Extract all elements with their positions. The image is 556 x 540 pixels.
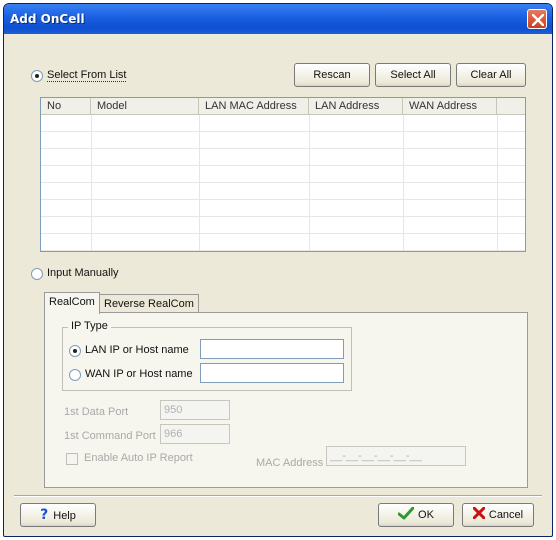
table-body <box>41 115 525 251</box>
column-header-lan-mac[interactable]: LAN MAC Address <box>199 98 309 115</box>
column-header-no[interactable]: No <box>41 98 91 115</box>
ip-type-legend: IP Type <box>68 320 111 332</box>
select-from-list-radio[interactable] <box>31 70 43 82</box>
select-all-button[interactable]: Select All <box>375 63 451 87</box>
table-header: No Model LAN MAC Address LAN Address WAN… <box>41 98 525 115</box>
device-list-table[interactable]: No Model LAN MAC Address LAN Address WAN… <box>40 97 526 252</box>
window-title: Add OnCell <box>10 12 85 26</box>
wan-ip-input[interactable] <box>200 363 344 383</box>
close-button[interactable] <box>527 9 547 29</box>
wan-ip-label: WAN IP or Host name <box>85 368 193 380</box>
close-icon <box>532 14 544 26</box>
command-port-label: 1st Command Port <box>64 430 156 442</box>
data-port-label: 1st Data Port <box>64 406 129 418</box>
help-label: Help <box>53 510 76 522</box>
add-oncell-dialog: Add OnCell Select From List Rescan Selec… <box>3 3 553 537</box>
tab-reverse-realcom[interactable]: Reverse RealCom <box>99 294 199 314</box>
footer-separator <box>14 495 542 497</box>
data-port-input[interactable]: 950 <box>160 400 230 420</box>
tab-realcom[interactable]: RealCom <box>44 292 100 314</box>
cancel-label: Cancel <box>488 509 524 521</box>
lan-ip-radio[interactable] <box>69 345 81 357</box>
ok-button[interactable]: OK <box>378 503 454 527</box>
wan-ip-radio[interactable] <box>69 369 81 381</box>
cancel-button[interactable]: Cancel <box>462 503 534 527</box>
table-gridlines <box>41 115 525 251</box>
enable-auto-ip-checkbox[interactable] <box>66 453 78 465</box>
lan-ip-label: LAN IP or Host name <box>85 344 189 356</box>
column-header-lan-address[interactable]: LAN Address <box>309 98 403 115</box>
lan-ip-input[interactable] <box>200 339 344 359</box>
mac-address-label: MAC Address <box>256 457 324 469</box>
checkmark-icon <box>397 506 415 520</box>
x-icon <box>472 506 486 520</box>
column-header-model[interactable]: Model <box>91 98 199 115</box>
clear-all-button[interactable]: Clear All <box>456 63 526 87</box>
title-bar[interactable]: Add OnCell <box>4 4 552 34</box>
question-icon: ? <box>40 507 49 523</box>
command-port-input[interactable]: 966 <box>160 424 230 444</box>
input-manually-radio[interactable] <box>31 268 43 280</box>
mac-address-input[interactable]: __-__-__-__-__-__ <box>326 446 466 466</box>
ok-label: OK <box>418 509 434 521</box>
rescan-button[interactable]: Rescan <box>294 63 370 87</box>
select-from-list-label: Select From List <box>47 69 127 82</box>
help-button[interactable]: ? Help <box>20 503 96 527</box>
enable-auto-ip-label: Enable Auto IP Report <box>84 452 193 464</box>
column-header-wan-address[interactable]: WAN Address <box>403 98 497 115</box>
input-manually-label: Input Manually <box>47 267 119 279</box>
